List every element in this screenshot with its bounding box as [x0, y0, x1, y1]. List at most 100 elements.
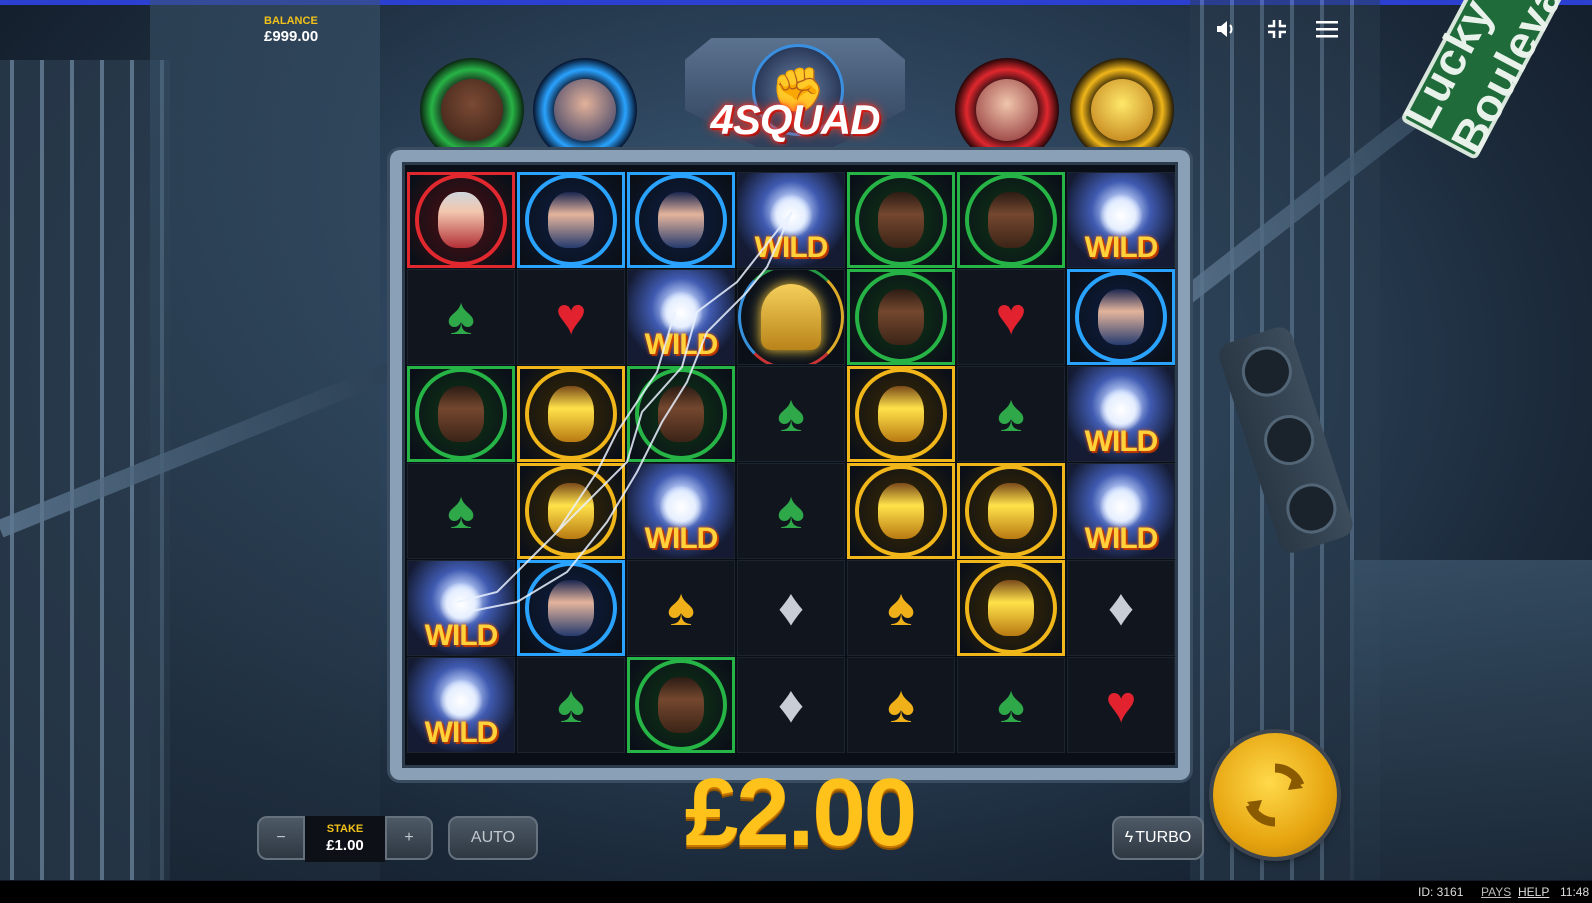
hero-face-icon — [988, 483, 1034, 539]
hero-yellow-symbol — [525, 369, 617, 459]
street-sign: Lucky Bouleva — [1393, 0, 1592, 162]
win-amount: £2.00 — [684, 759, 917, 866]
exit-fullscreen-icon[interactable] — [1266, 18, 1288, 40]
wild-label: WILD — [644, 328, 719, 361]
reel-cell — [847, 269, 955, 365]
reel-cell — [957, 560, 1065, 656]
reel-cell — [407, 366, 515, 462]
reel-cell — [517, 366, 625, 462]
reel-cell — [957, 172, 1065, 268]
diamond-suit-icon: ♦ — [777, 676, 805, 734]
hero-blue-symbol — [635, 175, 727, 265]
hero-face-icon — [988, 580, 1034, 636]
hero-blue-symbol — [525, 175, 617, 265]
balance-label: BALANCE — [264, 15, 318, 27]
reel-cell: ♠ — [737, 366, 845, 462]
reel-cell: ♠ — [737, 463, 845, 559]
reel-cell — [957, 463, 1065, 559]
hero-green-symbol — [635, 369, 727, 459]
hero-face-icon — [878, 483, 924, 539]
hero-green-symbol — [415, 369, 507, 459]
footer-bar: ID: 3161 PAYS HELP 11:48 — [0, 881, 1592, 903]
reel-cell — [847, 366, 955, 462]
club-suit-icon: ♠ — [447, 288, 475, 346]
wild-label: WILD — [424, 619, 499, 652]
spin-arrows-icon — [1245, 763, 1305, 827]
game-logo: 4SQUAD — [710, 96, 880, 143]
hero-green-symbol — [965, 175, 1057, 265]
reel-cell — [627, 657, 735, 753]
hero-face-icon — [878, 289, 924, 345]
reel-cell: ♠ — [957, 657, 1065, 753]
reel-cell: ♠ — [407, 269, 515, 365]
hero-face-icon — [988, 192, 1034, 248]
wild-label: WILD — [754, 231, 829, 264]
reel-cell: WILD — [627, 269, 735, 365]
hero-badge-green — [420, 58, 524, 162]
balance-display: BALANCE £999.00 — [264, 15, 318, 45]
speaker-icon[interactable] — [1215, 18, 1237, 40]
help-link[interactable]: HELP — [1518, 885, 1549, 899]
hero-face-icon — [878, 192, 924, 248]
club-suit-icon: ♠ — [777, 482, 805, 540]
turbo-label: TURBO — [1135, 829, 1192, 846]
reel-cell: ♠ — [957, 366, 1065, 462]
turbo-button[interactable]: ϟ TURBO — [1112, 816, 1204, 860]
reel-cell — [847, 463, 955, 559]
reel-cell — [627, 366, 735, 462]
hero-face-icon — [438, 192, 484, 248]
reel-cell: ♠ — [627, 560, 735, 656]
reel-cell — [847, 172, 955, 268]
spade-suit-icon: ♠ — [667, 579, 695, 637]
reel-cell: ♥ — [1067, 657, 1175, 753]
hero-face-icon — [548, 483, 594, 539]
hero-green-symbol — [855, 272, 947, 362]
reel-cell — [517, 463, 625, 559]
reel-grid: WILD WILD ♠ ♥ WILD ♥ ♠ ♠ WILD ♠ WILD ♠ WILD WILD ♠ ♦ ♠ ♦ W… — [407, 172, 1177, 761]
clock: 11:48 — [1560, 885, 1590, 899]
hero-face-icon — [658, 192, 704, 248]
hero-yellow-symbol — [855, 466, 947, 556]
lightning-icon: ϟ — [1124, 829, 1134, 846]
hero-face-icon — [658, 677, 704, 733]
hamburger-menu-icon[interactable] — [1316, 18, 1338, 40]
heart-suit-icon: ♥ — [995, 288, 1027, 346]
reel-cell: ♦ — [737, 657, 845, 753]
reel-cell: ♦ — [737, 560, 845, 656]
hero-yellow-symbol — [965, 563, 1057, 653]
hero-face-icon — [878, 386, 924, 442]
hero-face-icon — [658, 386, 704, 442]
club-suit-icon: ♠ — [447, 482, 475, 540]
hero-red-symbol — [415, 175, 507, 265]
hero-green-symbol — [635, 660, 727, 750]
reel-cell — [1067, 269, 1175, 365]
hero-face-icon — [1098, 289, 1144, 345]
reel-cell: ♠ — [847, 560, 955, 656]
reel-cell: WILD — [407, 560, 515, 656]
reel-cell: WILD — [1067, 366, 1175, 462]
hero-yellow-symbol — [525, 466, 617, 556]
stake-increase-button[interactable]: + — [385, 816, 433, 860]
game-id: ID: 3161 — [1418, 885, 1464, 899]
reel-cell: ♥ — [517, 269, 625, 365]
spin-button[interactable] — [1213, 733, 1337, 857]
hero-face-icon — [438, 386, 484, 442]
diamond-suit-icon: ♦ — [1107, 579, 1135, 637]
reel-cell: ♦ — [1067, 560, 1175, 656]
club-suit-icon: ♠ — [997, 676, 1025, 734]
auto-button[interactable]: AUTO — [448, 816, 538, 860]
stake-decrease-button[interactable]: − — [257, 816, 305, 860]
stake-label: STAKE — [326, 823, 364, 835]
club-suit-icon: ♠ — [777, 385, 805, 443]
reel-cell — [517, 560, 625, 656]
hero-green-symbol — [855, 175, 947, 265]
reel-cell — [407, 172, 515, 268]
hero-yellow-symbol — [855, 369, 947, 459]
hero-face-icon — [548, 580, 594, 636]
hero-yellow-symbol — [965, 466, 1057, 556]
spade-suit-icon: ♠ — [887, 579, 915, 637]
reel-cell — [737, 269, 845, 365]
hero-face-icon — [548, 192, 594, 248]
pays-link[interactable]: PAYS — [1481, 885, 1511, 899]
wild-label: WILD — [1084, 522, 1159, 555]
